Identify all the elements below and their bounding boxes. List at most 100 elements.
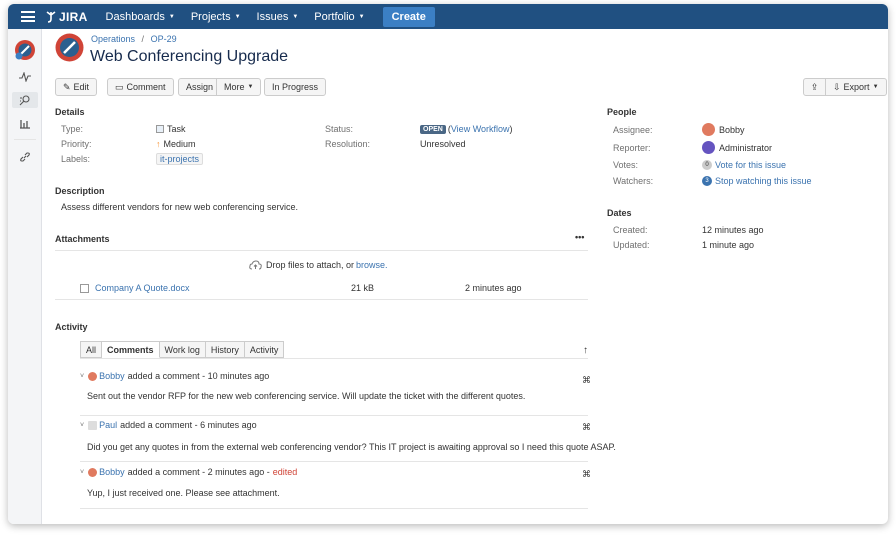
attachments-bottom-divider [55,299,588,300]
issues-search-icon[interactable] [12,92,38,108]
share-icon[interactable]: ⇪ [803,78,826,96]
task-icon [156,125,164,133]
avatar [702,141,715,154]
project-avatar-icon[interactable] [14,39,36,61]
nav-portfolio[interactable]: Portfolio ▼ [314,11,364,23]
top-navigation-bar: JIRA Dashboards ▼ Projects ▼ Issues ▼ Portf… [8,4,888,29]
browse-link[interactable]: browse. [356,260,388,270]
cloud-upload-icon [249,260,262,270]
comment-author-link[interactable]: Bobby [99,467,125,477]
comment-button[interactable]: ▭ Comment [107,78,174,96]
status-lozenge: OPEN [420,124,446,134]
comment-author-link[interactable]: Paul [99,420,117,430]
tab-history[interactable]: History [205,341,245,358]
pencil-icon: ✎ [63,81,71,92]
page-title: Web Conferencing Upgrade [90,48,289,65]
label-tag[interactable]: it-projects [156,153,204,165]
attachment-file-link[interactable]: Company A Quote.docx [95,283,190,293]
jira-logo[interactable]: JIRA [45,10,88,24]
nav-dashboards[interactable]: Dashboards ▼ [106,11,175,23]
link-icon[interactable] [17,149,33,165]
priority-label: Priority: [61,139,92,149]
nav-issues[interactable]: Issues ▼ [257,11,299,23]
breadcrumb: Operations / OP-29 [91,34,177,44]
watchers-label: Watchers: [613,176,654,186]
export-button[interactable]: ⇩ Export ▼ [825,78,887,96]
breadcrumb-project-link[interactable]: Operations [91,34,135,44]
updated-value: 1 minute ago [702,240,755,250]
nav-label: Issues [256,10,289,23]
chevron-down-icon: ▼ [168,13,175,20]
menu-icon[interactable] [21,11,35,22]
comment-item: ˅ Paul added a comment - 6 minutes ago D… [72,418,624,462]
attachments-more-icon[interactable]: ••• [575,232,584,242]
comment-divider [80,415,588,416]
resolution-value: Unresolved [420,139,466,149]
people-heading: People [607,107,637,117]
comment-permalink-icon[interactable]: ⌘ [582,422,591,433]
assignee-name: Bobby [719,124,745,135]
comment-permalink-icon[interactable]: ⌘ [582,375,591,386]
tab-comments[interactable]: Comments [102,341,160,358]
assignee-value: Bobby [702,123,745,136]
status-label: Status: [325,124,354,134]
dates-heading: Dates [607,208,632,218]
chevron-down-icon: ▼ [234,13,241,20]
collapse-icon[interactable]: ˅ [80,469,84,476]
in-progress-button[interactable]: In Progress [264,78,327,96]
description-heading: Description [55,186,105,196]
avatar [88,420,98,430]
app-window: JIRA Dashboards ▼ Projects ▼ Issues ▼ Portf… [8,4,888,524]
type-label: Type: [61,124,84,134]
view-workflow-link[interactable]: View Workflow [451,124,510,134]
jira-logo-icon [46,10,56,23]
comment-author-link[interactable]: Bobby [99,371,125,381]
create-button[interactable]: Create [382,6,435,27]
created-label: Created: [613,225,648,235]
collapse-icon[interactable]: ˅ [80,422,84,429]
description-text: Assess different vendors for new web con… [61,202,298,212]
more-button[interactable]: More ▼ [216,78,262,96]
resolution-label: Resolution: [325,139,371,149]
watchers-value: 3 Stop watching this issue [702,176,812,186]
comment-item: ˅ Bobby added a comment - 10 minutes ago… [72,371,624,415]
tab-all[interactable]: All [80,341,103,358]
edit-button[interactable]: ✎ Edit [55,78,98,96]
edited-marker: edited [272,467,298,477]
comment-header: ˅ Bobby added a comment - 10 minutes ago [80,371,269,381]
comment-permalink-icon[interactable]: ⌘ [582,469,591,480]
export-icon: ⇩ [833,81,841,92]
logo-text: JIRA [59,9,88,24]
attachments-heading: Attachments [55,234,110,244]
comment-divider [80,508,588,509]
attachment-date: 2 minutes ago [465,283,522,293]
stop-watching-link[interactable]: Stop watching this issue [715,176,812,186]
drop-zone[interactable]: Drop files to attach, or browse. [249,260,388,270]
drop-text: Drop files to attach, or [266,260,355,270]
export-label: Export [843,82,870,92]
comment-body: Did you get any quotes in from the exter… [87,442,616,452]
tab-work-log[interactable]: Work log [159,341,206,358]
assign-button[interactable]: Assign [178,78,222,96]
chevron-down-icon: ▼ [358,13,365,20]
comment-item: ˅ Bobby added a comment - 2 minutes ago … [72,465,624,509]
collapse-icon[interactable]: ˅ [80,373,84,380]
comment-icon: ▭ [115,81,124,92]
type-text: Task [167,124,186,134]
comment-header: ˅ Bobby added a comment - 2 minutes ago … [80,467,297,477]
sort-arrow-icon[interactable]: ↑ [583,345,588,356]
nav-projects[interactable]: Projects ▼ [191,11,241,23]
more-label: More [224,82,245,92]
attachment-row: Company A Quote.docx [80,283,190,293]
tab-activity[interactable]: Activity [244,341,285,358]
reports-icon[interactable] [17,115,33,131]
comment-meta: added a comment - 6 minutes ago [120,420,257,430]
votes-value: 0 Vote for this issue [702,160,786,170]
document-icon [80,283,89,293]
attachment-size: 21 kB [351,283,375,293]
avatar [88,371,98,381]
comment-divider [80,461,588,462]
breadcrumb-issue-link[interactable]: OP-29 [151,34,177,44]
activity-icon[interactable] [17,69,33,85]
vote-link[interactable]: Vote for this issue [715,160,786,170]
